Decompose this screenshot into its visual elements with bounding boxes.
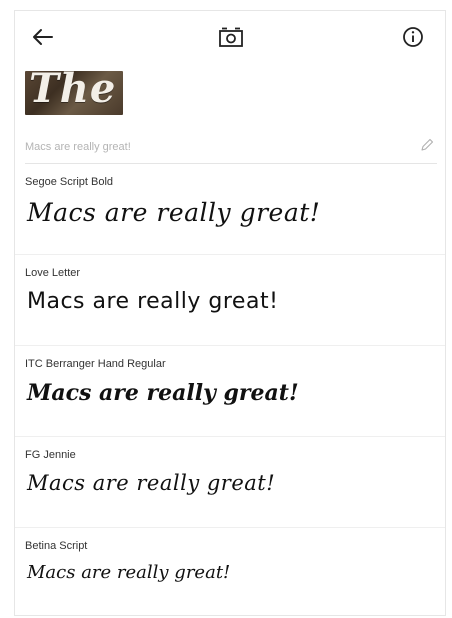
camera-button[interactable]: [217, 23, 245, 51]
font-result-item[interactable]: Betina Script Macs are really great!: [15, 528, 445, 615]
info-icon: [403, 27, 423, 47]
font-result-item[interactable]: ITC Berranger Hand Regular Macs are real…: [15, 346, 445, 437]
sample-text-input-row: [25, 133, 437, 164]
font-result-item[interactable]: Segoe Script Bold Macs are really great!: [15, 164, 445, 255]
camera-icon: [219, 27, 243, 47]
font-preview: Macs are really great!: [27, 198, 321, 227]
info-button[interactable]: [399, 23, 427, 51]
font-preview: Macs are really great!: [27, 380, 299, 406]
font-name: ITC Berranger Hand Regular: [25, 358, 166, 370]
back-button[interactable]: [29, 23, 57, 51]
edit-text-button[interactable]: [417, 135, 437, 155]
font-result-item[interactable]: FG Jennie Macs are really great!: [15, 437, 445, 528]
pencil-icon: [421, 138, 434, 151]
font-identifier-screen: The Segoe Script Bold Macs are really gr…: [14, 10, 446, 616]
font-preview: Macs are really great!: [27, 471, 276, 495]
toolbar: [15, 11, 445, 65]
captured-text-sample: The: [25, 71, 123, 115]
font-preview: Macs are really great!: [27, 562, 231, 583]
font-name: Segoe Script Bold: [25, 176, 114, 188]
font-results-list: Segoe Script Bold Macs are really great!…: [15, 164, 445, 615]
sample-text: The: [29, 71, 117, 112]
font-preview: Macs are really great!: [27, 289, 279, 314]
back-arrow-icon: [33, 29, 53, 45]
sample-text-input[interactable]: [25, 137, 405, 157]
font-result-item[interactable]: Love Letter Macs are really great!: [15, 255, 445, 346]
font-name: Betina Script: [25, 540, 88, 552]
font-name: Love Letter: [25, 267, 81, 279]
font-name: FG Jennie: [25, 449, 76, 461]
